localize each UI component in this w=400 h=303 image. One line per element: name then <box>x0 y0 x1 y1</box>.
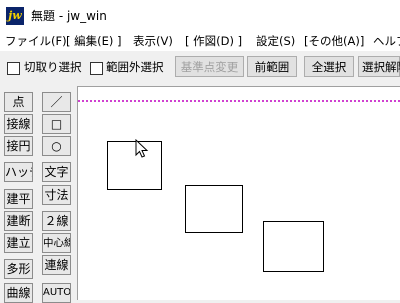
menu-help[interactable]: ヘルプ <box>373 33 400 49</box>
cut-select-label: 切取り選択 <box>24 60 82 74</box>
mouse-pointer-icon <box>135 139 149 158</box>
menu-edit[interactable]: [ 編集(E) ] <box>66 33 122 49</box>
tool-circle[interactable]: ○ <box>42 136 71 156</box>
previous-range-button[interactable]: 前範囲 <box>247 56 297 77</box>
tool-building-section[interactable]: 建断 <box>4 211 33 231</box>
tool-rectangle[interactable]: □ <box>42 114 71 134</box>
menu-other[interactable]: [その他(A)] <box>304 33 364 49</box>
tool-dimension[interactable]: 寸法 <box>42 185 71 205</box>
app-icon: jw <box>6 7 24 25</box>
tool-tangent-circle[interactable]: 接円 <box>4 136 33 156</box>
selection-toolbar: 切取り選択 範囲外選択 基準点変更 前範囲 全選択 選択解除 <box>0 54 400 81</box>
tool-tangent-line[interactable]: 接線 <box>4 114 33 134</box>
tool-text[interactable]: 文字 <box>42 162 71 182</box>
window-title: 無題 - jw_win <box>31 9 107 23</box>
tool-curve[interactable]: 曲線 <box>4 283 33 303</box>
tool-center-line[interactable]: 中心線 <box>42 233 71 253</box>
drawn-rectangle[interactable] <box>263 221 324 272</box>
outside-range-checkbox[interactable] <box>90 62 103 75</box>
tool-auto[interactable]: AUTO <box>42 283 71 303</box>
tool-building-elevation[interactable]: 建立 <box>4 233 33 253</box>
tool-point[interactable]: 点 <box>4 92 33 112</box>
tool-hatch[interactable]: ハッチ <box>4 162 33 182</box>
menu-file[interactable]: ファイル(F) <box>5 33 67 49</box>
menu-bar: ファイル(F) [ 編集(E) ] 表示(V) [ 作図(D) ] 設定(S) … <box>0 31 400 51</box>
tool-continuous-line[interactable]: 連線 <box>42 255 71 275</box>
cut-select-checkbox[interactable] <box>7 62 20 75</box>
drawing-canvas[interactable] <box>77 86 400 300</box>
select-all-button[interactable]: 全選択 <box>304 56 354 77</box>
change-base-point-button[interactable]: 基準点変更 <box>175 56 244 77</box>
menu-view[interactable]: 表示(V) <box>133 33 173 49</box>
menu-settings[interactable]: 設定(S) <box>256 33 295 49</box>
guide-line <box>78 100 400 102</box>
drawn-rectangle[interactable] <box>185 185 243 233</box>
menu-draw[interactable]: [ 作図(D) ] <box>185 33 242 49</box>
outside-range-label: 範囲外選択 <box>106 60 164 74</box>
tool-line[interactable]: ／ <box>42 92 71 112</box>
title-bar: jw 無題 - jw_win <box>0 0 400 31</box>
tool-building-plan[interactable]: 建平 <box>4 189 33 209</box>
tool-double-line[interactable]: ２線 <box>42 211 71 231</box>
tool-polygon[interactable]: 多形 <box>4 259 33 279</box>
deselect-button[interactable]: 選択解除 <box>358 56 400 77</box>
